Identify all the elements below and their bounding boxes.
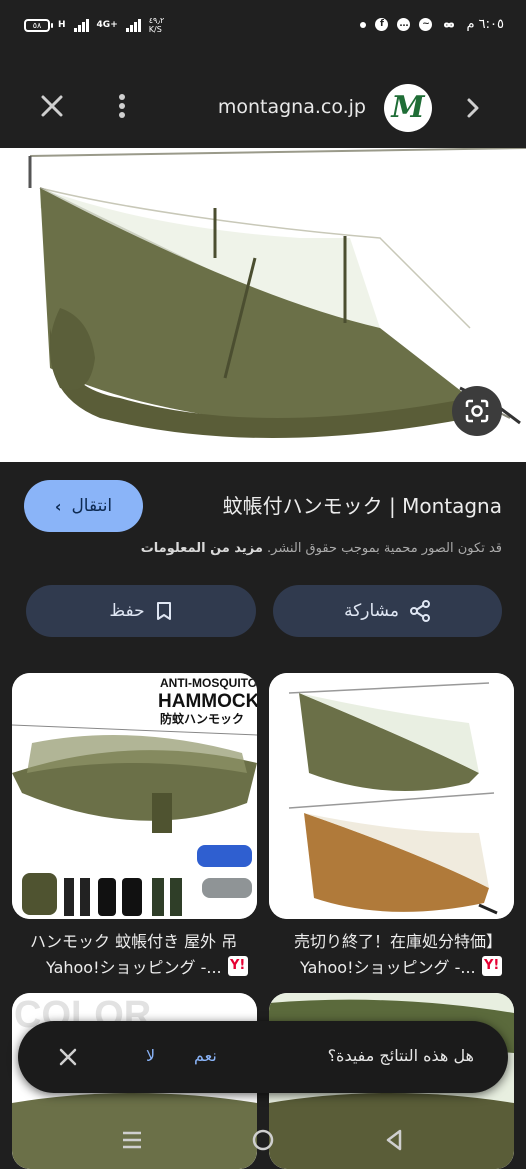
- status-left: ٥٨ H 4G+ ٤٩٫٢ K/S: [24, 16, 164, 34]
- related-title-1[interactable]: 売切り終了！在庫処分特価】: [274, 928, 502, 952]
- image-text-1: ANTI-MOSQUITO: [160, 676, 257, 690]
- related-source-text-2: Yahoo!ショッピング -...: [46, 958, 222, 977]
- status-right: f … ~ ٦:٠٥ م: [360, 17, 504, 32]
- related-card-2[interactable]: ANTI-MOSQUITO HAMMOCK 防蚊ハンモック: [12, 673, 257, 919]
- feedback-bar: هل هذه النتائج مفيدة؟ نعم لا: [18, 1021, 508, 1093]
- share-icon: [409, 600, 430, 622]
- copyright-notice: قد تكون الصور محمية بموجب حقوق النشر. مز…: [141, 541, 502, 556]
- back-icon[interactable]: [382, 1128, 406, 1152]
- image-text-2: HAMMOCK: [158, 691, 257, 712]
- chat-icon: …: [397, 18, 411, 31]
- result-title: 蚊帳付ハンモック | Montagna: [222, 494, 502, 518]
- main-image[interactable]: [0, 148, 526, 462]
- chevron-left-icon: ‹: [54, 496, 62, 516]
- data-speed-value: ٤٩٫٢: [148, 16, 165, 25]
- status-bar: ٥٨ H 4G+ ٤٩٫٢ K/S f … ~ ٦:٠٥ م: [0, 0, 526, 58]
- related-image-1: [269, 673, 514, 919]
- yahoo-icon: Y!: [481, 956, 502, 976]
- home-icon[interactable]: [251, 1128, 275, 1152]
- related-source-1[interactable]: Yahoo!ショッピング -... Y!: [300, 954, 502, 978]
- site-logo[interactable]: M: [384, 84, 432, 132]
- related-source-2[interactable]: Yahoo!ショッピング -... Y!: [46, 954, 248, 978]
- source-domain[interactable]: montagna.co.jp: [218, 96, 366, 118]
- infinity-icon: [444, 22, 455, 27]
- site-logo-letter: M: [391, 90, 425, 125]
- save-label: حفظ: [109, 601, 145, 621]
- hammock-image: [0, 148, 526, 462]
- chevron-right-icon[interactable]: [462, 96, 484, 120]
- data-speed: ٤٩٫٢ K/S: [149, 16, 165, 34]
- system-nav-bar: [0, 1110, 526, 1169]
- feedback-question: هل هذه النتائج مفيدة؟: [327, 1046, 474, 1065]
- feedback-yes-button[interactable]: نعم: [194, 1046, 217, 1065]
- related-card-1[interactable]: [269, 673, 514, 919]
- clock: ٦:٠٥ م: [466, 17, 504, 32]
- copyright-text: قد تكون الصور محمية بموجب حقوق النشر.: [267, 541, 502, 556]
- visit-label: انتقال: [71, 496, 113, 516]
- image-text-3: 防蚊ハンモック: [160, 711, 244, 726]
- network-gen: 4G+: [96, 19, 118, 30]
- facebook-icon: f: [375, 18, 389, 31]
- save-button[interactable]: حفظ: [26, 585, 256, 637]
- yahoo-icon: Y!: [227, 956, 248, 976]
- feedback-no-button[interactable]: لا: [146, 1046, 155, 1065]
- data-speed-unit: K/S: [148, 25, 162, 34]
- viewer-top-bar: montagna.co.jp M: [0, 58, 526, 148]
- signal-icon: [73, 18, 89, 32]
- related-source-text-1: Yahoo!ショッピング -...: [300, 958, 476, 977]
- messenger-icon: ~: [419, 18, 433, 31]
- more-options-icon[interactable]: [112, 92, 132, 120]
- more-info-link[interactable]: مزيد من المعلومات: [141, 541, 263, 556]
- close-icon[interactable]: [38, 92, 66, 120]
- battery-level: ٥٨: [32, 20, 42, 30]
- notification-dot-icon: [360, 21, 367, 28]
- share-label: مشاركة: [344, 601, 399, 621]
- lens-button[interactable]: [452, 386, 502, 436]
- related-image-2: ANTI-MOSQUITO HAMMOCK 防蚊ハンモック: [12, 673, 257, 919]
- related-title-2[interactable]: ハンモック 蚊帳付き 屋外 吊: [30, 928, 256, 952]
- network-type: H: [58, 19, 66, 30]
- battery-icon: ٥٨: [24, 18, 53, 32]
- close-icon[interactable]: [58, 1047, 78, 1067]
- lens-icon: [465, 399, 489, 423]
- bookmark-icon: [156, 602, 171, 620]
- signal-icon-2: [125, 18, 141, 32]
- share-button[interactable]: مشاركة: [273, 585, 502, 637]
- visit-button[interactable]: ‹ انتقال: [24, 480, 143, 532]
- recents-icon[interactable]: [120, 1128, 144, 1152]
